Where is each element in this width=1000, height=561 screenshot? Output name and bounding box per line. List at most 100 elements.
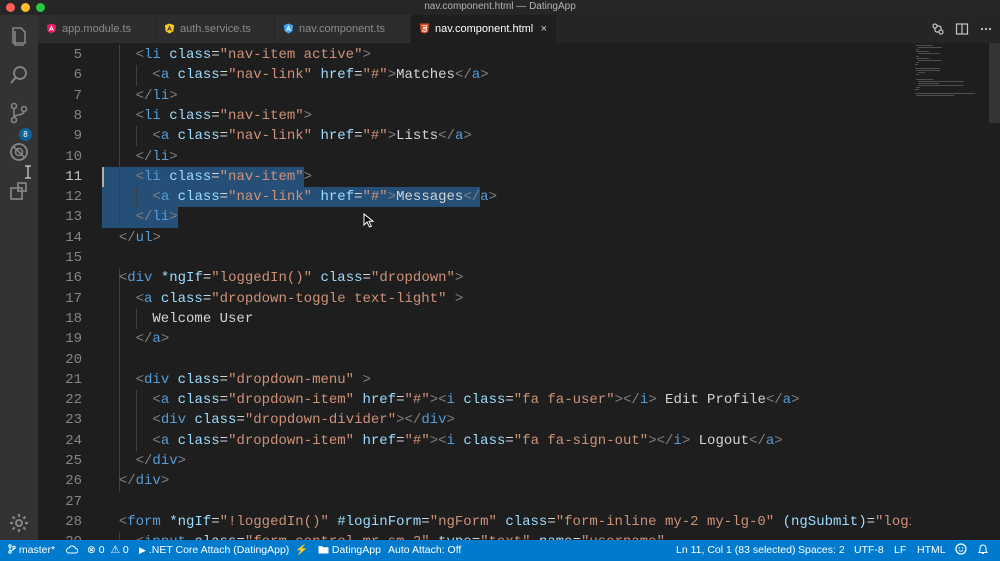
more-actions-icon[interactable] — [979, 22, 993, 36]
close-tab-icon[interactable]: × — [541, 15, 547, 43]
code-line[interactable]: 28 <form *ngIf="!loggedIn()" #loginForm=… — [38, 512, 911, 532]
tab-label: nav.component.ts — [299, 23, 386, 35]
line-number: 18 — [65, 310, 82, 327]
minimap-line — [916, 51, 929, 53]
code-text: </li> — [135, 209, 178, 226]
code-line[interactable]: 7 </li> — [38, 86, 911, 106]
line-number: 21 — [65, 371, 82, 388]
code-line[interactable]: 10 </li> — [38, 147, 911, 167]
code-text: </a> — [135, 331, 170, 348]
code-line[interactable]: 21 <div class="dropdown-menu" > — [38, 370, 911, 390]
code-text: <li class="nav-item active"> — [135, 47, 371, 63]
line-number: 16 — [65, 270, 82, 287]
code-line[interactable]: 24 <a class="dropdown-item" href="#"><i … — [38, 431, 911, 451]
angular-component-icon — [283, 23, 294, 34]
code-line[interactable]: 17 <a class="dropdown-toggle text-light"… — [38, 289, 911, 309]
git-branch-status[interactable]: master* — [8, 540, 55, 561]
tab-auth-service[interactable]: auth.service.ts — [156, 15, 275, 43]
code-text: <a class="nav-link" href="#">Lists</a> — [152, 128, 472, 145]
code-text: </div> — [135, 453, 187, 469]
code-line[interactable]: 14 </ul> — [38, 228, 911, 248]
code-line[interactable]: 15 — [38, 248, 911, 268]
problems-status[interactable]: ⊗ 0 ⚠ 0 — [87, 540, 129, 561]
notifications-bell-icon[interactable] — [978, 540, 988, 561]
code-line[interactable]: 29 <input class="form-control mr-sm-2" t… — [38, 532, 911, 540]
line-number: 24 — [65, 432, 82, 449]
code-line[interactable]: 27 — [38, 492, 911, 512]
debug-icon[interactable] — [7, 140, 31, 164]
code-line[interactable]: 11 <li class="nav-item"> — [38, 167, 911, 187]
minimap-line — [917, 59, 943, 61]
minimap[interactable] — [911, 43, 1000, 540]
minimap-line — [916, 55, 920, 57]
code-line[interactable]: 5 <li class="nav-item active"> — [38, 45, 911, 65]
editor-scrollbar[interactable] — [989, 43, 1000, 123]
code-text: </div> — [118, 473, 170, 490]
minimap-line — [917, 72, 925, 74]
code-line[interactable]: 8 <li class="nav-item"> — [38, 106, 911, 126]
code-text: </li> — [135, 148, 178, 165]
git-branch-icon — [8, 544, 16, 554]
code-line[interactable]: 22 <a class="dropdown-item" href="#"><i … — [38, 390, 911, 410]
angular-file-icon — [46, 23, 57, 34]
code-text: </ul> — [118, 229, 161, 246]
line-number: 6 — [73, 67, 82, 84]
line-number: 5 — [73, 47, 82, 63]
minimap-line — [916, 61, 920, 63]
line-number: 22 — [65, 392, 82, 409]
code-line[interactable]: 16 <div *ngIf="loggedIn()" class="dropdo… — [38, 268, 911, 288]
line-number: 27 — [65, 493, 82, 510]
debug-launch-status[interactable]: ▶ .NET Core Attach (DatingApp) — [139, 540, 289, 561]
code-text: <input class="form-control mr-sm-2" type… — [102, 532, 665, 540]
search-icon[interactable] — [7, 63, 31, 87]
explorer-icon[interactable] — [7, 25, 31, 49]
line-number: 20 — [65, 351, 82, 368]
line-number: 13 — [65, 209, 82, 226]
live-share-icon[interactable]: ⚡ — [295, 540, 308, 561]
feedback-icon[interactable] — [955, 540, 967, 561]
indentation-status[interactable]: Spaces: 2 — [798, 540, 845, 561]
language-mode-status[interactable]: HTML — [917, 540, 946, 561]
code-line[interactable]: 12 <a class="nav-link" href="#">Messages… — [38, 187, 911, 207]
code-text: <div class="dropdown-menu" > — [135, 371, 371, 388]
folder-icon — [318, 546, 329, 554]
tab-label: nav.component.html — [435, 23, 534, 35]
minimap-line — [916, 87, 920, 88]
line-ending-status[interactable]: LF — [894, 540, 906, 561]
code-line[interactable]: 20 — [38, 350, 911, 370]
line-number: 23 — [65, 412, 82, 429]
minimap-line — [915, 63, 919, 65]
code-line[interactable]: 9 <a class="nav-link" href="#">Lists</a> — [38, 126, 911, 146]
open-changes-icon[interactable] — [931, 22, 945, 36]
sync-icon[interactable] — [66, 540, 79, 561]
code-editor[interactable]: 5 <li class="nav-item active"> 6 <a class… — [38, 43, 911, 540]
settings-gear-icon[interactable] — [7, 511, 31, 535]
tab-nav-component-ts[interactable]: nav.component.ts — [275, 15, 411, 43]
folder-label: DatingApp — [331, 544, 381, 556]
tab-app-module[interactable]: app.module.ts — [38, 15, 156, 43]
auto-attach-status[interactable]: Auto Attach: Off — [388, 540, 461, 561]
split-editor-icon[interactable] — [955, 22, 969, 36]
extensions-icon[interactable] — [7, 179, 31, 203]
line-number: 17 — [65, 290, 82, 307]
code-line[interactable]: 23 <div class="dropdown-divider"></div> — [38, 410, 911, 430]
code-text: <li class="nav-item"> — [135, 107, 313, 124]
code-text: <form *ngIf="!loggedIn()" #loginForm="ng… — [118, 513, 911, 530]
tab-nav-component-html[interactable]: nav.component.html × — [411, 15, 557, 43]
code-line[interactable]: 25 </div> — [38, 451, 911, 471]
code-line[interactable]: 6 <a class="nav-link" href="#">Matches</… — [38, 65, 911, 85]
minimap-line — [916, 74, 919, 76]
encoding-status[interactable]: UTF-8 — [854, 540, 884, 561]
debug-config-label: .NET Core Attach (DatingApp) — [148, 544, 290, 556]
code-line[interactable]: 19 </a> — [38, 329, 911, 349]
line-number: 7 — [73, 87, 82, 104]
folder-status[interactable]: DatingApp — [318, 540, 381, 561]
code-line[interactable]: 26 </div> — [38, 471, 911, 491]
code-text: Welcome User — [102, 310, 254, 327]
source-control-icon[interactable] — [7, 101, 31, 125]
code-line[interactable]: 13 </li> — [38, 207, 911, 227]
cursor-position-status[interactable]: Ln 11, Col 1 (83 selected) — [676, 540, 795, 561]
code-line[interactable]: 18 Welcome User — [38, 309, 911, 329]
window-title: nav.component.html — DatingApp — [424, 1, 576, 12]
error-icon: ⊗ — [87, 544, 96, 556]
